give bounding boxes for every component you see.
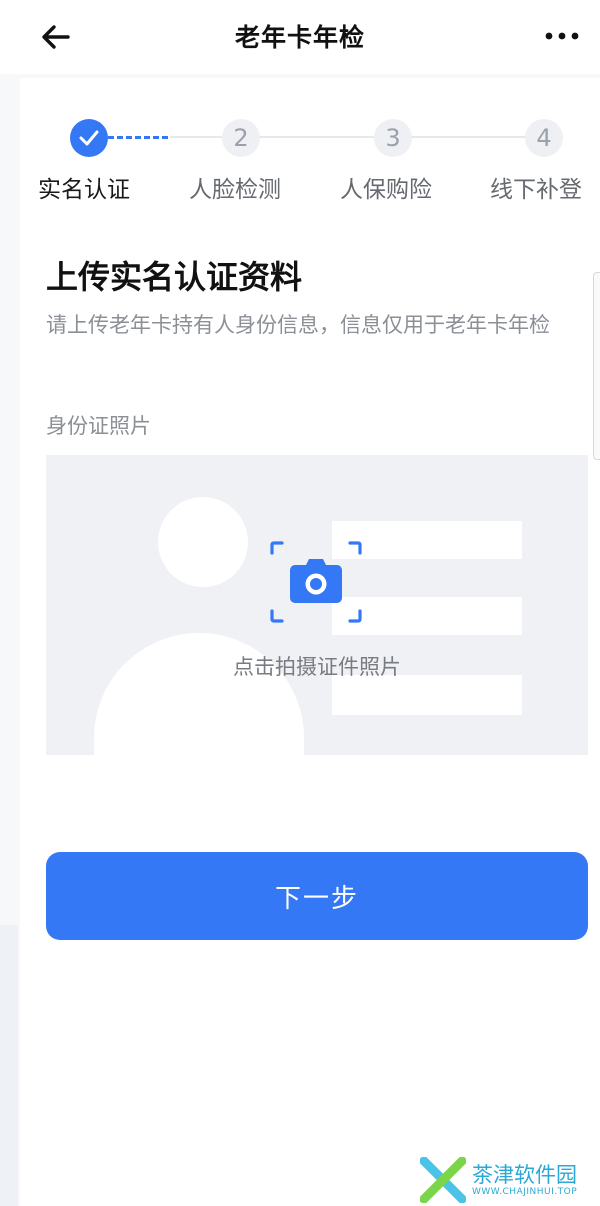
id-placeholder-line — [332, 675, 522, 715]
step-connector — [412, 136, 526, 138]
scrollbar[interactable] — [593, 272, 600, 460]
more-button[interactable] — [542, 26, 582, 46]
step-2-indicator: 2 — [222, 119, 260, 157]
watermark-en: WWW.CHAJINHUI.TOP — [472, 1187, 578, 1197]
section-title: 上传实名认证资料 — [46, 258, 303, 296]
watermark: 茶津软件园 WWW.CHAJINHUI.TOP — [420, 1157, 600, 1203]
watermark-logo-icon — [420, 1157, 466, 1203]
step-1-label: 实名认证 — [38, 177, 130, 203]
watermark-cn: 茶津软件园 — [472, 1163, 577, 1187]
step-4-label: 线下补登 — [490, 177, 582, 203]
more-dots-icon — [545, 32, 579, 40]
step-connector-active — [108, 136, 168, 139]
step-1-indicator — [70, 119, 108, 157]
step-4-indicator: 4 — [525, 119, 563, 157]
id-photo-label: 身份证照片 — [46, 414, 151, 438]
check-icon — [79, 130, 99, 146]
next-button[interactable]: 下一步 — [46, 852, 588, 940]
step-3-label: 人保购险 — [340, 177, 432, 203]
step-connector — [260, 136, 374, 138]
page-title: 老年卡年检 — [234, 23, 365, 52]
camera-icon — [270, 541, 362, 623]
background-strip — [0, 925, 18, 1206]
section-description: 请上传老年卡持有人身份信息，信息仅用于老年卡年检 — [46, 313, 550, 337]
step-2-label: 人脸检测 — [189, 177, 281, 203]
step-connector — [170, 136, 222, 138]
upload-hint: 点击拍摄证件照片 — [233, 655, 401, 679]
id-placeholder-head — [158, 497, 248, 587]
app-header: 老年卡年检 — [0, 0, 600, 74]
id-photo-upload[interactable]: 点击拍摄证件照片 — [46, 455, 588, 755]
step-3-indicator: 3 — [374, 119, 412, 157]
